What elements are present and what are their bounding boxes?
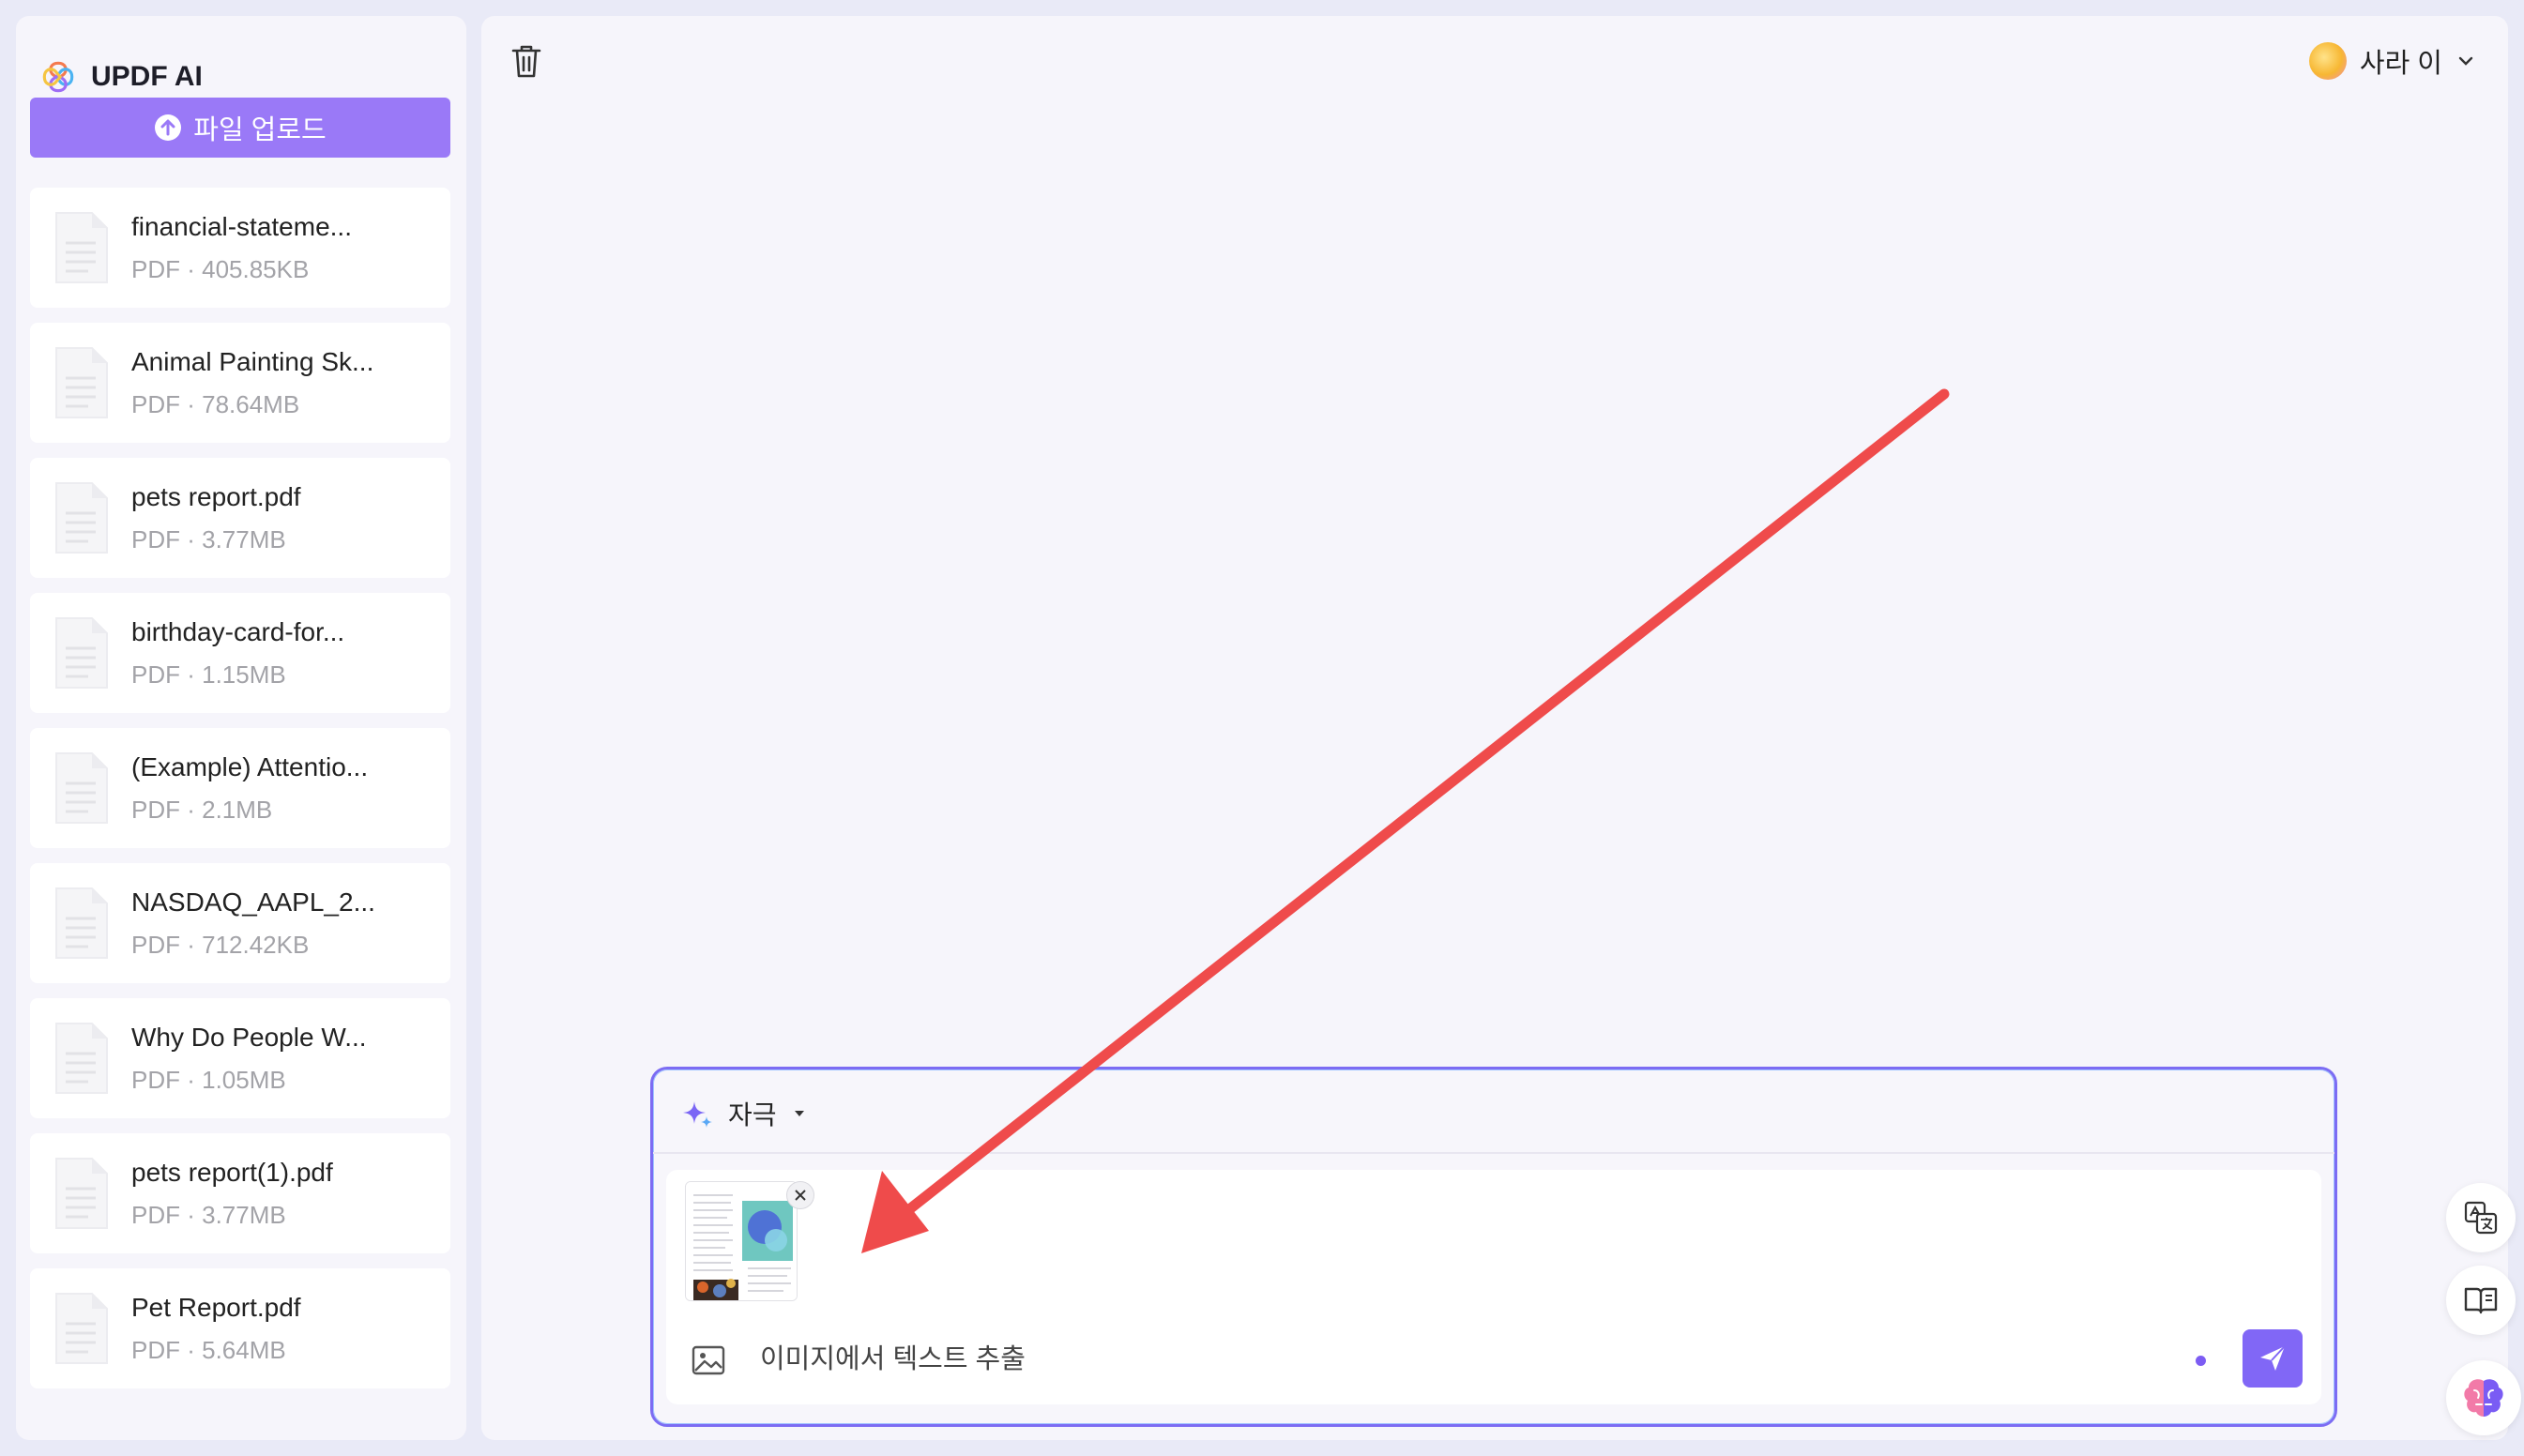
file-name: pets report(1).pdf bbox=[131, 1157, 333, 1187]
attached-image-thumbnail[interactable] bbox=[685, 1181, 798, 1301]
file-list: financial-stateme... PDF · 405.85KB Anima… bbox=[30, 188, 450, 1403]
chat-panel: 사라 이 자극 bbox=[481, 16, 2508, 1440]
document-icon bbox=[55, 752, 108, 824]
message-input-area[interactable] bbox=[666, 1170, 2321, 1404]
document-icon bbox=[55, 482, 108, 554]
file-item[interactable]: pets report(1).pdf PDF · 3.77MB bbox=[30, 1133, 450, 1253]
file-meta: PDF · 1.15MB bbox=[131, 660, 286, 689]
ai-assistant-button[interactable] bbox=[2446, 1360, 2521, 1435]
file-name: (Example) Attentio... bbox=[131, 751, 369, 781]
image-icon[interactable] bbox=[691, 1344, 726, 1376]
file-meta: PDF · 712.42KB bbox=[131, 930, 310, 959]
document-icon bbox=[55, 1293, 108, 1364]
file-item[interactable]: NASDAQ_AAPL_2... PDF · 712.42KB bbox=[30, 863, 450, 983]
file-item[interactable]: Animal Painting Sk... PDF · 78.64MB bbox=[30, 323, 450, 443]
caret-down-icon bbox=[794, 1111, 804, 1116]
file-item[interactable]: Why Do People W... PDF · 1.05MB bbox=[30, 998, 450, 1118]
file-meta: PDF · 3.77MB bbox=[131, 524, 286, 554]
file-name: Why Do People W... bbox=[131, 1022, 367, 1052]
document-icon bbox=[55, 887, 108, 959]
file-item[interactable]: birthday-card-for... PDF · 1.15MB bbox=[30, 593, 450, 713]
status-dot bbox=[2196, 1356, 2206, 1366]
sidebar: UPDF AI 파일 업로드 financial-stateme... PDF ·… bbox=[16, 16, 466, 1440]
prompt-label: 자극 bbox=[728, 1100, 777, 1130]
document-icon bbox=[55, 617, 108, 689]
message-input[interactable] bbox=[760, 1341, 2074, 1372]
file-name: Pet Report.pdf bbox=[131, 1292, 301, 1322]
file-meta: PDF · 5.64MB bbox=[131, 1335, 286, 1364]
divider bbox=[653, 1152, 2334, 1154]
app-name: UPDF AI bbox=[91, 61, 203, 92]
file-name: Animal Painting Sk... bbox=[131, 346, 374, 376]
translate-button[interactable] bbox=[2446, 1183, 2516, 1252]
trash-icon[interactable] bbox=[509, 42, 543, 80]
remove-image-button[interactable] bbox=[786, 1181, 814, 1209]
send-button[interactable] bbox=[2243, 1329, 2303, 1388]
document-icon bbox=[55, 212, 108, 283]
file-meta: PDF · 3.77MB bbox=[131, 1200, 286, 1229]
book-icon bbox=[2464, 1287, 2498, 1314]
file-meta: PDF · 405.85KB bbox=[131, 254, 310, 283]
file-name: pets report.pdf bbox=[131, 481, 301, 511]
document-icon bbox=[55, 347, 108, 418]
file-name: financial-stateme... bbox=[131, 211, 352, 241]
user-name: 사라 이 bbox=[2359, 49, 2442, 79]
brain-icon bbox=[2464, 1379, 2503, 1417]
upload-file-label: 파일 업로드 bbox=[193, 115, 327, 145]
updf-logo-icon bbox=[42, 61, 74, 93]
avatar bbox=[2308, 42, 2347, 80]
chevron-down-icon bbox=[2458, 56, 2473, 66]
close-icon bbox=[795, 1190, 806, 1201]
file-name: NASDAQ_AAPL_2... bbox=[131, 887, 375, 917]
upload-file-button[interactable]: 파일 업로드 bbox=[30, 98, 450, 158]
file-item[interactable]: Pet Report.pdf PDF · 5.64MB bbox=[30, 1268, 450, 1388]
file-item[interactable]: pets report.pdf PDF · 3.77MB bbox=[30, 458, 450, 578]
file-name: birthday-card-for... bbox=[131, 616, 345, 646]
sparkle-icon bbox=[683, 1101, 712, 1128]
file-item[interactable]: (Example) Attentio... PDF · 2.1MB bbox=[30, 728, 450, 848]
reader-button[interactable] bbox=[2446, 1266, 2516, 1335]
user-menu[interactable]: 사라 이 bbox=[2308, 37, 2476, 85]
send-icon bbox=[2260, 1345, 2286, 1371]
thumbnail-image bbox=[686, 1182, 797, 1300]
document-icon bbox=[55, 1158, 108, 1229]
file-meta: PDF · 78.64MB bbox=[131, 389, 300, 418]
file-meta: PDF · 1.05MB bbox=[131, 1065, 286, 1094]
chat-input-box: 자극 bbox=[650, 1067, 2337, 1427]
upload-icon bbox=[155, 114, 182, 141]
file-item[interactable]: financial-stateme... PDF · 405.85KB bbox=[30, 188, 450, 308]
translate-icon bbox=[2464, 1201, 2498, 1235]
document-icon bbox=[55, 1023, 108, 1094]
file-meta: PDF · 2.1MB bbox=[131, 795, 273, 824]
prompt-selector[interactable]: 자극 bbox=[681, 1090, 807, 1137]
